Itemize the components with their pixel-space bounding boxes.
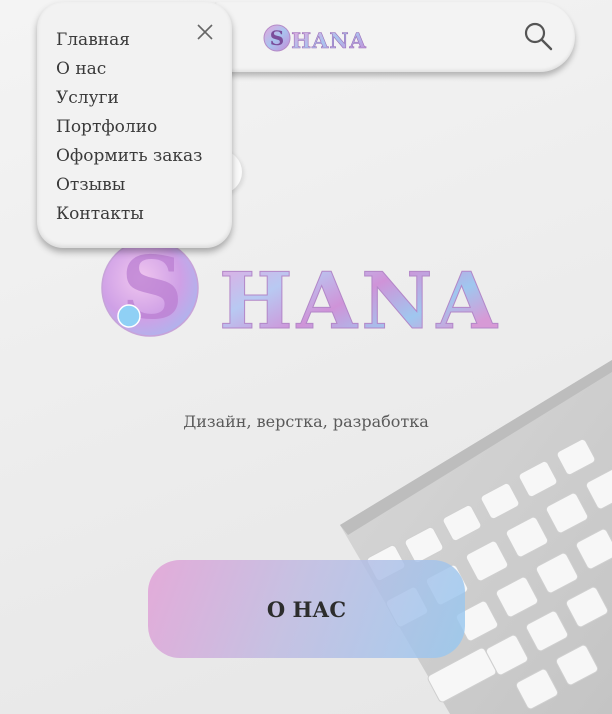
about-us-button[interactable]: О НАС <box>148 560 465 658</box>
header-logo[interactable]: S HANA <box>263 18 373 58</box>
nav-item-reviews[interactable]: Отзывы <box>56 171 202 200</box>
nav-item-order[interactable]: Оформить заказ <box>56 142 202 171</box>
svg-text:HANA: HANA <box>219 256 501 345</box>
search-icon[interactable] <box>522 20 554 52</box>
nav-item-contacts[interactable]: Контакты <box>56 200 202 229</box>
svg-text:S: S <box>270 26 284 50</box>
nav-item-portfolio[interactable]: Портфолио <box>56 113 202 142</box>
nav-item-about[interactable]: О нас <box>56 55 202 84</box>
nav-item-home[interactable]: Главная <box>56 26 202 55</box>
nav-list: Главная О нас Услуги Портфолио Оформить … <box>56 26 202 229</box>
nav-item-services[interactable]: Услуги <box>56 84 202 113</box>
tagline: Дизайн, верстка, разработка <box>183 412 429 431</box>
svg-text:HANA: HANA <box>291 28 367 53</box>
